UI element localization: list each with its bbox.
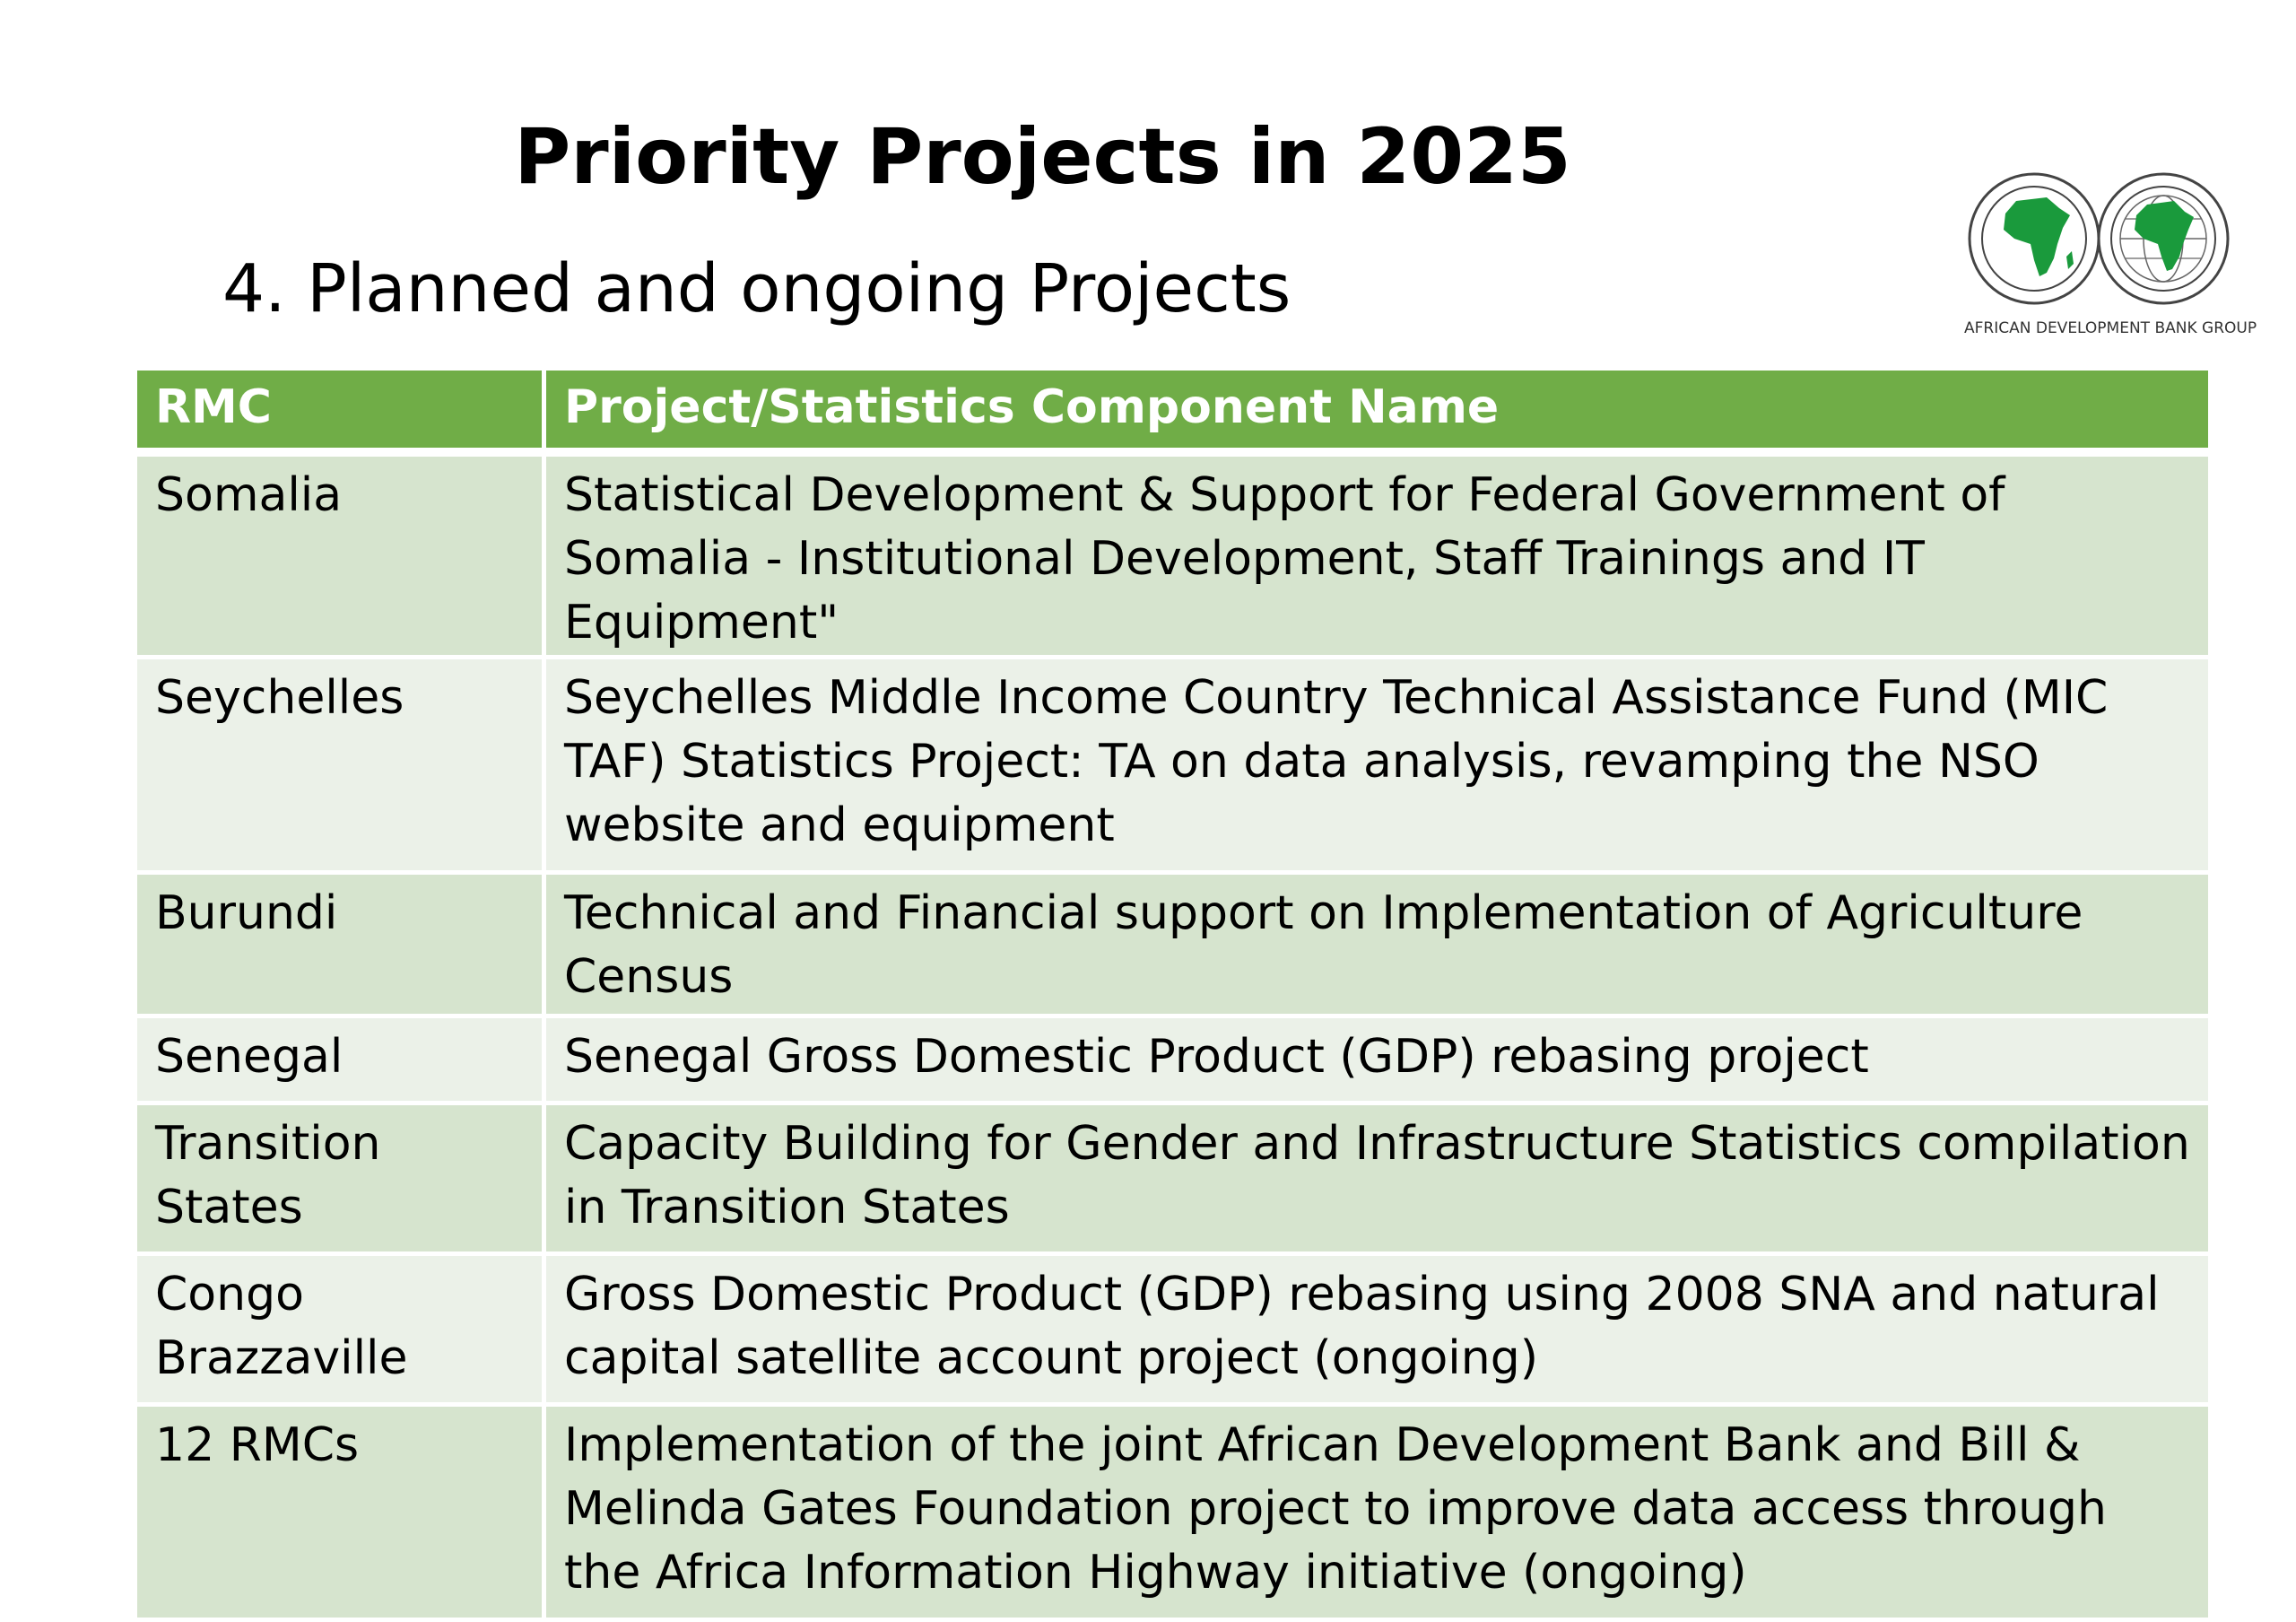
- project-cell: Statistical Development & Support for Fe…: [542, 449, 2213, 659]
- rmc-cell: Burundi: [133, 870, 546, 1018]
- table-row: Seychelles Seychelles Middle Income Coun…: [133, 655, 2213, 875]
- project-cell: Capacity Building for Gender and Infrast…: [542, 1101, 2213, 1256]
- section-subtitle: 4. Planned and ongoing Projects: [222, 250, 1292, 327]
- project-cell: Implementation of the joint African Deve…: [542, 1402, 2213, 1622]
- table-row: 12 RMCs Implementation of the joint Afri…: [133, 1402, 2213, 1622]
- project-cell: Gross Domestic Product (GDP) rebasing us…: [542, 1251, 2213, 1407]
- rmc-cell: Seychelles: [133, 655, 546, 875]
- column-header-project: Project/Statistics Component Name: [542, 366, 2213, 457]
- column-header-rmc: RMC: [133, 366, 546, 457]
- rmc-cell: 12 RMCs: [133, 1402, 546, 1622]
- page-title: Priority Projects in 2025: [514, 112, 1571, 202]
- adf-seal-icon: [2097, 172, 2230, 305]
- projects-table: RMC Project/Statistics Component Name So…: [133, 366, 2213, 1622]
- table-row: Somalia Statistical Development & Suppor…: [133, 449, 2213, 659]
- logo-caption: AFRICAN DEVELOPMENT BANK GROUP: [1964, 319, 2257, 337]
- table-row: Senegal Senegal Gross Domestic Product (…: [133, 1014, 2213, 1105]
- table-header-row: RMC Project/Statistics Component Name: [133, 366, 2213, 457]
- project-cell: Senegal Gross Domestic Product (GDP) reb…: [542, 1014, 2213, 1105]
- rmc-cell: Transition States: [133, 1101, 546, 1256]
- adb-seal-icon: [1968, 172, 2100, 305]
- table-row: Congo Brazzaville Gross Domestic Product…: [133, 1251, 2213, 1407]
- africa-globe-icon: [1968, 172, 2230, 305]
- afdb-logo: AFRICAN DEVELOPMENT BANK GROUP: [1964, 161, 2257, 341]
- table-row: Burundi Technical and Financial support …: [133, 870, 2213, 1018]
- table-row: Transition States Capacity Building for …: [133, 1101, 2213, 1256]
- rmc-cell: Somalia: [133, 449, 546, 659]
- project-cell: Technical and Financial support on Imple…: [542, 870, 2213, 1018]
- rmc-cell: Senegal: [133, 1014, 546, 1105]
- project-cell: Seychelles Middle Income Country Technic…: [542, 655, 2213, 875]
- rmc-cell: Congo Brazzaville: [133, 1251, 546, 1407]
